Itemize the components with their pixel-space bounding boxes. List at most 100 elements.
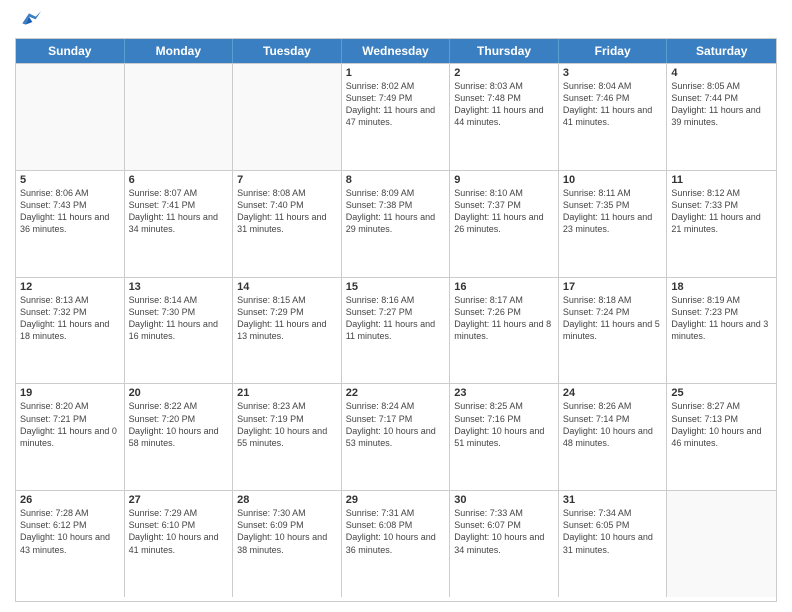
day-number: 30 [454, 494, 554, 506]
day-number: 13 [129, 281, 229, 293]
day-info: Sunrise: 8:09 AM Sunset: 7:38 PM Dayligh… [346, 187, 446, 236]
day-info: Sunrise: 8:11 AM Sunset: 7:35 PM Dayligh… [563, 187, 663, 236]
day-info: Sunrise: 7:30 AM Sunset: 6:09 PM Dayligh… [237, 507, 337, 556]
calendar-cell: 22Sunrise: 8:24 AM Sunset: 7:17 PM Dayli… [342, 384, 451, 490]
day-info: Sunrise: 8:15 AM Sunset: 7:29 PM Dayligh… [237, 294, 337, 343]
day-info: Sunrise: 8:13 AM Sunset: 7:32 PM Dayligh… [20, 294, 120, 343]
calendar-cell: 2Sunrise: 8:03 AM Sunset: 7:48 PM Daylig… [450, 64, 559, 170]
day-info: Sunrise: 8:03 AM Sunset: 7:48 PM Dayligh… [454, 80, 554, 129]
day-info: Sunrise: 8:04 AM Sunset: 7:46 PM Dayligh… [563, 80, 663, 129]
calendar-cell: 4Sunrise: 8:05 AM Sunset: 7:44 PM Daylig… [667, 64, 776, 170]
day-info: Sunrise: 8:08 AM Sunset: 7:40 PM Dayligh… [237, 187, 337, 236]
day-info: Sunrise: 8:02 AM Sunset: 7:49 PM Dayligh… [346, 80, 446, 129]
calendar-cell: 29Sunrise: 7:31 AM Sunset: 6:08 PM Dayli… [342, 491, 451, 597]
calendar-cell: 17Sunrise: 8:18 AM Sunset: 7:24 PM Dayli… [559, 278, 668, 384]
day-number: 14 [237, 281, 337, 293]
day-number: 1 [346, 67, 446, 79]
day-number: 20 [129, 387, 229, 399]
day-info: Sunrise: 8:14 AM Sunset: 7:30 PM Dayligh… [129, 294, 229, 343]
day-number: 11 [671, 174, 772, 186]
calendar-cell [16, 64, 125, 170]
calendar: SundayMondayTuesdayWednesdayThursdayFrid… [15, 38, 777, 602]
day-info: Sunrise: 8:25 AM Sunset: 7:16 PM Dayligh… [454, 400, 554, 449]
day-number: 25 [671, 387, 772, 399]
calendar-cell: 8Sunrise: 8:09 AM Sunset: 7:38 PM Daylig… [342, 171, 451, 277]
weekday-header: Tuesday [233, 39, 342, 63]
calendar-row: 19Sunrise: 8:20 AM Sunset: 7:21 PM Dayli… [16, 383, 776, 490]
calendar-row: 26Sunrise: 7:28 AM Sunset: 6:12 PM Dayli… [16, 490, 776, 597]
day-number: 24 [563, 387, 663, 399]
day-number: 19 [20, 387, 120, 399]
calendar-cell: 18Sunrise: 8:19 AM Sunset: 7:23 PM Dayli… [667, 278, 776, 384]
day-number: 28 [237, 494, 337, 506]
calendar-row: 1Sunrise: 8:02 AM Sunset: 7:49 PM Daylig… [16, 63, 776, 170]
day-info: Sunrise: 8:23 AM Sunset: 7:19 PM Dayligh… [237, 400, 337, 449]
calendar-cell: 21Sunrise: 8:23 AM Sunset: 7:19 PM Dayli… [233, 384, 342, 490]
day-number: 10 [563, 174, 663, 186]
day-info: Sunrise: 7:34 AM Sunset: 6:05 PM Dayligh… [563, 507, 663, 556]
day-info: Sunrise: 7:28 AM Sunset: 6:12 PM Dayligh… [20, 507, 120, 556]
calendar-cell: 3Sunrise: 8:04 AM Sunset: 7:46 PM Daylig… [559, 64, 668, 170]
calendar-cell: 19Sunrise: 8:20 AM Sunset: 7:21 PM Dayli… [16, 384, 125, 490]
calendar-cell: 31Sunrise: 7:34 AM Sunset: 6:05 PM Dayli… [559, 491, 668, 597]
calendar-cell: 5Sunrise: 8:06 AM Sunset: 7:43 PM Daylig… [16, 171, 125, 277]
logo [15, 10, 47, 30]
day-number: 3 [563, 67, 663, 79]
day-number: 15 [346, 281, 446, 293]
weekday-header: Saturday [667, 39, 776, 63]
calendar-cell: 28Sunrise: 7:30 AM Sunset: 6:09 PM Dayli… [233, 491, 342, 597]
day-number: 9 [454, 174, 554, 186]
calendar-row: 12Sunrise: 8:13 AM Sunset: 7:32 PM Dayli… [16, 277, 776, 384]
header [15, 10, 777, 30]
day-number: 12 [20, 281, 120, 293]
day-info: Sunrise: 8:10 AM Sunset: 7:37 PM Dayligh… [454, 187, 554, 236]
day-info: Sunrise: 8:05 AM Sunset: 7:44 PM Dayligh… [671, 80, 772, 129]
calendar-cell: 1Sunrise: 8:02 AM Sunset: 7:49 PM Daylig… [342, 64, 451, 170]
day-info: Sunrise: 8:18 AM Sunset: 7:24 PM Dayligh… [563, 294, 663, 343]
day-info: Sunrise: 8:16 AM Sunset: 7:27 PM Dayligh… [346, 294, 446, 343]
calendar-cell: 26Sunrise: 7:28 AM Sunset: 6:12 PM Dayli… [16, 491, 125, 597]
calendar-cell: 10Sunrise: 8:11 AM Sunset: 7:35 PM Dayli… [559, 171, 668, 277]
day-info: Sunrise: 7:31 AM Sunset: 6:08 PM Dayligh… [346, 507, 446, 556]
calendar-cell: 16Sunrise: 8:17 AM Sunset: 7:26 PM Dayli… [450, 278, 559, 384]
calendar-cell [125, 64, 234, 170]
calendar-cell: 13Sunrise: 8:14 AM Sunset: 7:30 PM Dayli… [125, 278, 234, 384]
calendar-row: 5Sunrise: 8:06 AM Sunset: 7:43 PM Daylig… [16, 170, 776, 277]
day-number: 23 [454, 387, 554, 399]
day-info: Sunrise: 8:19 AM Sunset: 7:23 PM Dayligh… [671, 294, 772, 343]
weekday-header: Sunday [16, 39, 125, 63]
calendar-cell: 25Sunrise: 8:27 AM Sunset: 7:13 PM Dayli… [667, 384, 776, 490]
day-number: 5 [20, 174, 120, 186]
weekday-header: Monday [125, 39, 234, 63]
day-info: Sunrise: 8:20 AM Sunset: 7:21 PM Dayligh… [20, 400, 120, 449]
day-number: 2 [454, 67, 554, 79]
day-info: Sunrise: 8:26 AM Sunset: 7:14 PM Dayligh… [563, 400, 663, 449]
calendar-cell: 27Sunrise: 7:29 AM Sunset: 6:10 PM Dayli… [125, 491, 234, 597]
day-number: 21 [237, 387, 337, 399]
calendar-cell: 14Sunrise: 8:15 AM Sunset: 7:29 PM Dayli… [233, 278, 342, 384]
day-info: Sunrise: 8:07 AM Sunset: 7:41 PM Dayligh… [129, 187, 229, 236]
day-number: 4 [671, 67, 772, 79]
day-info: Sunrise: 8:24 AM Sunset: 7:17 PM Dayligh… [346, 400, 446, 449]
day-info: Sunrise: 8:12 AM Sunset: 7:33 PM Dayligh… [671, 187, 772, 236]
day-number: 16 [454, 281, 554, 293]
weekday-header: Friday [559, 39, 668, 63]
day-number: 18 [671, 281, 772, 293]
day-info: Sunrise: 8:27 AM Sunset: 7:13 PM Dayligh… [671, 400, 772, 449]
day-number: 22 [346, 387, 446, 399]
calendar-cell: 11Sunrise: 8:12 AM Sunset: 7:33 PM Dayli… [667, 171, 776, 277]
calendar-cell [233, 64, 342, 170]
day-number: 27 [129, 494, 229, 506]
day-number: 29 [346, 494, 446, 506]
day-info: Sunrise: 7:33 AM Sunset: 6:07 PM Dayligh… [454, 507, 554, 556]
day-number: 7 [237, 174, 337, 186]
day-info: Sunrise: 8:22 AM Sunset: 7:20 PM Dayligh… [129, 400, 229, 449]
calendar-cell: 7Sunrise: 8:08 AM Sunset: 7:40 PM Daylig… [233, 171, 342, 277]
day-info: Sunrise: 8:17 AM Sunset: 7:26 PM Dayligh… [454, 294, 554, 343]
day-number: 17 [563, 281, 663, 293]
day-number: 26 [20, 494, 120, 506]
calendar-cell [667, 491, 776, 597]
logo-icon [15, 10, 43, 30]
calendar-cell: 24Sunrise: 8:26 AM Sunset: 7:14 PM Dayli… [559, 384, 668, 490]
calendar-cell: 6Sunrise: 8:07 AM Sunset: 7:41 PM Daylig… [125, 171, 234, 277]
